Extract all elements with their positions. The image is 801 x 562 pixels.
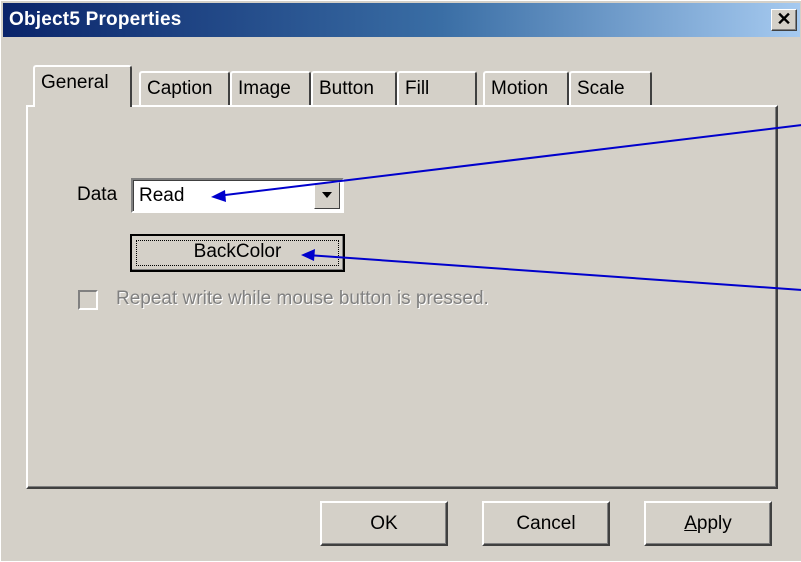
tab-general[interactable]: General xyxy=(33,65,132,107)
properties-dialog: Object5 Properties ✕ Caption Image Butto… xyxy=(0,0,801,561)
arrow-to-data-combobox xyxy=(216,124,801,197)
arrowhead-backcolor xyxy=(301,249,315,261)
arrowhead-data xyxy=(211,190,226,202)
arrow-to-backcolor-button xyxy=(306,254,801,291)
